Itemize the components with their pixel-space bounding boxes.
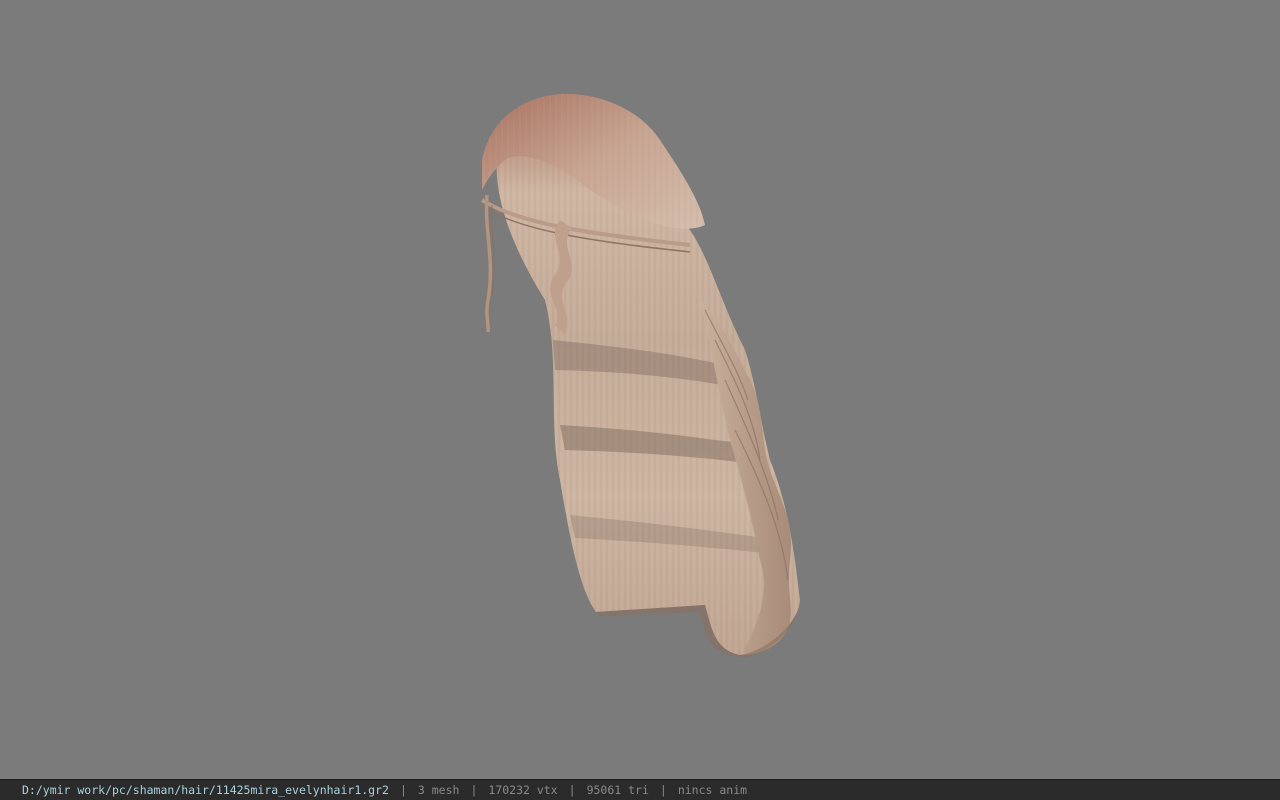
status-separator: | bbox=[568, 783, 576, 797]
hair-model-render bbox=[480, 93, 800, 658]
3d-viewport[interactable] bbox=[0, 0, 1280, 779]
file-path-label: D:/ymir work/pc/shaman/hair/11425mira_ev… bbox=[22, 783, 389, 797]
status-bar: D:/ymir work/pc/shaman/hair/11425mira_ev… bbox=[0, 779, 1280, 800]
status-separator: | bbox=[470, 783, 478, 797]
status-separator: | bbox=[399, 783, 407, 797]
status-separator: | bbox=[659, 783, 667, 797]
hair-side-strand bbox=[484, 194, 493, 333]
triangle-count-label: 95061 tri bbox=[586, 783, 649, 797]
mesh-count-label: 3 mesh bbox=[417, 783, 460, 797]
animation-status-label: nincs anim bbox=[677, 783, 748, 797]
vertex-count-label: 170232 vtx bbox=[488, 783, 558, 797]
